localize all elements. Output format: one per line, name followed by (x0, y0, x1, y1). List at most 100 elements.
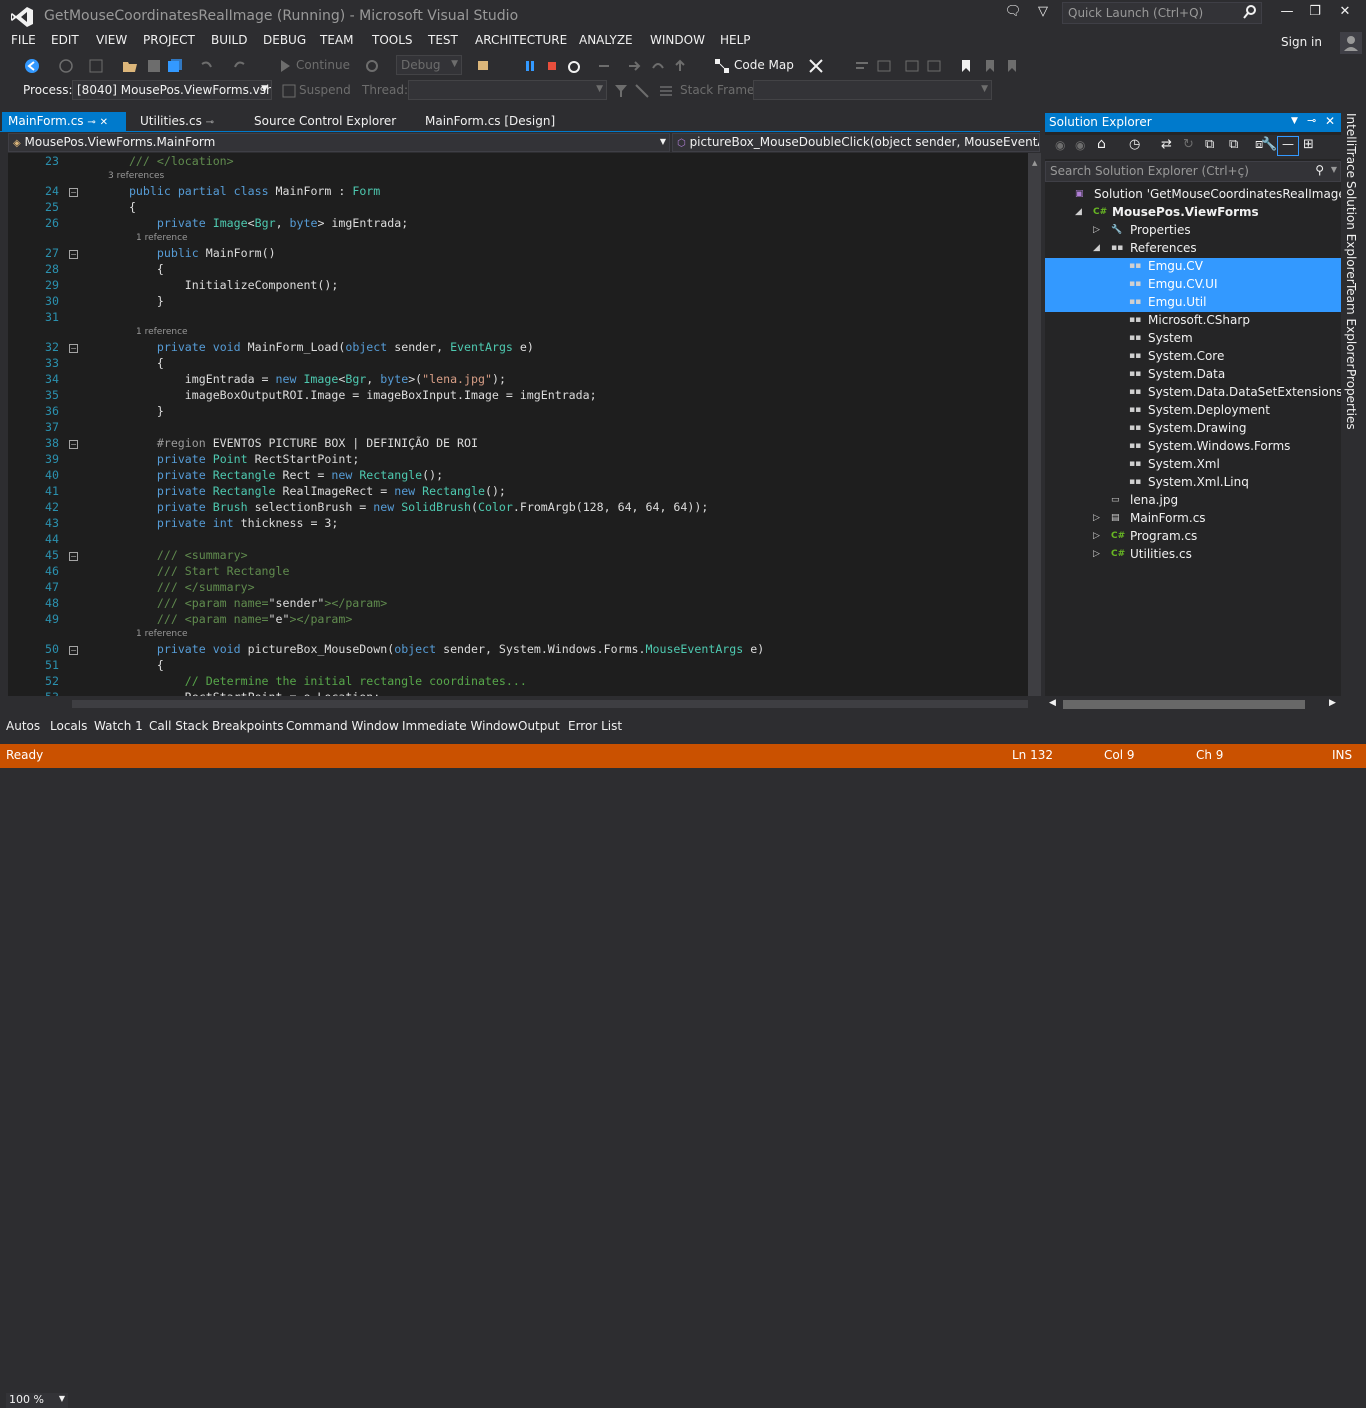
solution-explorer-horizontal-scrollbar[interactable]: ◀ ▶ (1045, 696, 1341, 713)
zoom-select[interactable]: 100 % ▼ (6, 1393, 68, 1408)
code-editor[interactable]: 23 /// </location> 3 references 24− public… (8, 153, 1041, 696)
code-line[interactable]: 47 /// </summary> (8, 580, 1041, 596)
code-line[interactable]: 43 private int thickness = 3; (8, 516, 1041, 532)
tree-item[interactable]: ▪▪ Emgu.Util (1045, 294, 1341, 312)
undo-icon[interactable] (198, 58, 214, 74)
step-into-icon[interactable] (626, 58, 642, 74)
collapse-region-icon[interactable]: − (69, 188, 78, 197)
tab-output[interactable]: Output (518, 719, 560, 733)
pin-icon[interactable]: ⊸ (1307, 114, 1316, 127)
refresh-icon[interactable] (364, 58, 380, 74)
menu-help[interactable]: HELP (720, 33, 751, 47)
solution-explorer-search[interactable]: Search Solution Explorer (Ctrl+ç) ⚲ ▼ (1045, 161, 1341, 182)
code-line[interactable]: 49 /// <param name="e"></param> (8, 612, 1041, 628)
code-line[interactable]: 41 private Rectangle RealImageRect = new… (8, 484, 1041, 500)
show-all-files-icon[interactable]: ⧉ (1229, 137, 1238, 152)
format-icon[interactable] (854, 58, 870, 74)
tab-autos[interactable]: Autos (6, 719, 40, 733)
suspend-icon[interactable] (281, 83, 297, 99)
tab-source-control-explorer[interactable]: Source Control Explorer (248, 112, 398, 132)
collapsed-arrow-icon[interactable]: ▷ (1093, 225, 1100, 235)
code-line[interactable]: 30 } (8, 294, 1041, 310)
code-line[interactable]: 26 private Image<Bgr, byte> imgEntrada; (8, 216, 1041, 232)
code-line[interactable]: 38 − #region EVENTOS PICTURE BOX | DEFINI… (8, 436, 1041, 452)
restore-button[interactable]: ❐ (1304, 4, 1326, 22)
code-line[interactable]: 27 − public MainForm() (8, 246, 1041, 262)
step-out-icon[interactable] (672, 58, 688, 74)
tab-command-window[interactable]: Command Window (286, 719, 399, 733)
forward-icon[interactable] (58, 58, 74, 74)
filter-icon[interactable]: ▽ (1032, 4, 1054, 22)
tree-item[interactable]: ◢ ▪▪ References (1045, 240, 1341, 258)
tab-error-list[interactable]: Error List (568, 719, 622, 733)
tree-item[interactable]: ▭ lena.jpg (1045, 492, 1341, 510)
collapse-all-icon[interactable]: ⧉ (1205, 137, 1214, 152)
menu-edit[interactable]: EDIT (51, 33, 79, 47)
stack-frame-select[interactable]: ▼ (753, 80, 992, 100)
tree-item[interactable]: ▷ C# Program.cs (1045, 528, 1341, 546)
continue-label[interactable]: Continue (296, 58, 350, 72)
configuration-select[interactable]: Debug ▼ (396, 55, 462, 75)
code-line[interactable]: 46 /// Start Rectangle (8, 564, 1041, 580)
collapse-region-icon[interactable]: − (69, 552, 78, 561)
tree-item[interactable]: ▪▪ System.Xml.Linq (1045, 474, 1341, 492)
member-navigation-select[interactable]: ⬡ pictureBox_MouseDoubleClick(object sen… (672, 133, 1040, 152)
tab-mainform-cs[interactable]: MainForm.cs ⊸ ✕ (2, 112, 126, 132)
menu-test[interactable]: TEST (428, 33, 458, 47)
continue-icon[interactable] (277, 58, 293, 74)
collapse-region-icon[interactable]: − (69, 646, 78, 655)
codelens-references[interactable]: 1 reference (136, 327, 188, 339)
collapse-region-icon[interactable]: − (69, 344, 78, 353)
indent-icon[interactable] (876, 58, 892, 74)
code-line[interactable]: 42 private Brush selectionBrush = new So… (8, 500, 1041, 516)
step-over-icon[interactable] (650, 58, 666, 74)
tab-breakpoints[interactable]: Breakpoints (212, 719, 283, 733)
codelens-references[interactable]: 3 references (108, 171, 164, 183)
menu-view[interactable]: VIEW (96, 33, 127, 47)
code-line[interactable]: 34 imgEntrada = new Image<Bgr, byte>("le… (8, 372, 1041, 388)
back-icon[interactable]: ◉ (1055, 138, 1065, 152)
stop-icon[interactable] (544, 58, 560, 74)
codelens-references[interactable]: 1 reference (136, 629, 188, 641)
code-line[interactable]: 24 − public partial class MainForm : Form (8, 184, 1041, 200)
menu-file[interactable]: FILE (11, 33, 36, 47)
code-line[interactable]: 23 /// </location> (8, 154, 1041, 170)
account-icon[interactable] (1340, 32, 1362, 54)
collapsed-arrow-icon[interactable]: ▷ (1093, 549, 1100, 559)
preview-icon[interactable]: — (1277, 136, 1299, 156)
tree-item[interactable]: ▷ C# Utilities.cs (1045, 546, 1341, 564)
dropdown-icon[interactable]: ▼ (1291, 116, 1298, 126)
tab-properties[interactable]: Properties (1344, 369, 1358, 430)
collapsed-arrow-icon[interactable]: ▷ (1093, 513, 1100, 523)
history-icon[interactable]: ◷ (1129, 137, 1140, 152)
back-icon[interactable] (24, 58, 40, 74)
code-map-icon[interactable] (714, 58, 730, 74)
bookmark-icon[interactable] (958, 58, 974, 74)
redo-icon[interactable] (232, 58, 248, 74)
tree-item[interactable]: ▷ ▤ MainForm.cs (1045, 510, 1341, 528)
collapse-region-icon[interactable]: − (69, 250, 78, 259)
tree-item[interactable]: ▪▪ System.Windows.Forms (1045, 438, 1341, 456)
code-line[interactable]: 31 (8, 310, 1041, 326)
save-all-icon[interactable] (167, 58, 183, 74)
menu-window[interactable]: WINDOW (650, 33, 705, 47)
editor-vertical-scrollbar[interactable]: ▲ (1028, 153, 1041, 696)
tree-item[interactable]: ▪▪ Emgu.CV (1045, 258, 1341, 276)
tab-locals[interactable]: Locals (50, 719, 87, 733)
show-next-statement-icon[interactable] (596, 58, 612, 74)
next-bookmark-icon[interactable] (1004, 58, 1020, 74)
tree-item[interactable]: ◢ C# MousePos.ViewForms (1045, 204, 1341, 222)
close-icon[interactable]: ✕ (1325, 114, 1335, 128)
tree-item[interactable]: ▪▪ System.Drawing (1045, 420, 1341, 438)
class-diagram-icon[interactable]: ⊞ (1303, 137, 1314, 152)
menu-analyze[interactable]: ANALYZE (579, 33, 633, 47)
suspend-label[interactable]: Suspend (299, 83, 351, 97)
tree-item[interactable]: ▪▪ System.Data.DataSetExtensions (1045, 384, 1341, 402)
code-line[interactable]: 35 imageBoxOutputROI.Image = imageBoxInp… (8, 388, 1041, 404)
code-line[interactable]: 32 − private void MainForm_Load(object se… (8, 340, 1041, 356)
comment-icon[interactable] (904, 58, 920, 74)
tab-solution-explorer[interactable]: Solution Explorer (1344, 181, 1358, 284)
tab-immediate-window[interactable]: Immediate Window (402, 719, 518, 733)
tab-intellitrace[interactable]: IntelliTrace (1344, 113, 1358, 178)
tree-item[interactable]: ▪▪ System.Core (1045, 348, 1341, 366)
